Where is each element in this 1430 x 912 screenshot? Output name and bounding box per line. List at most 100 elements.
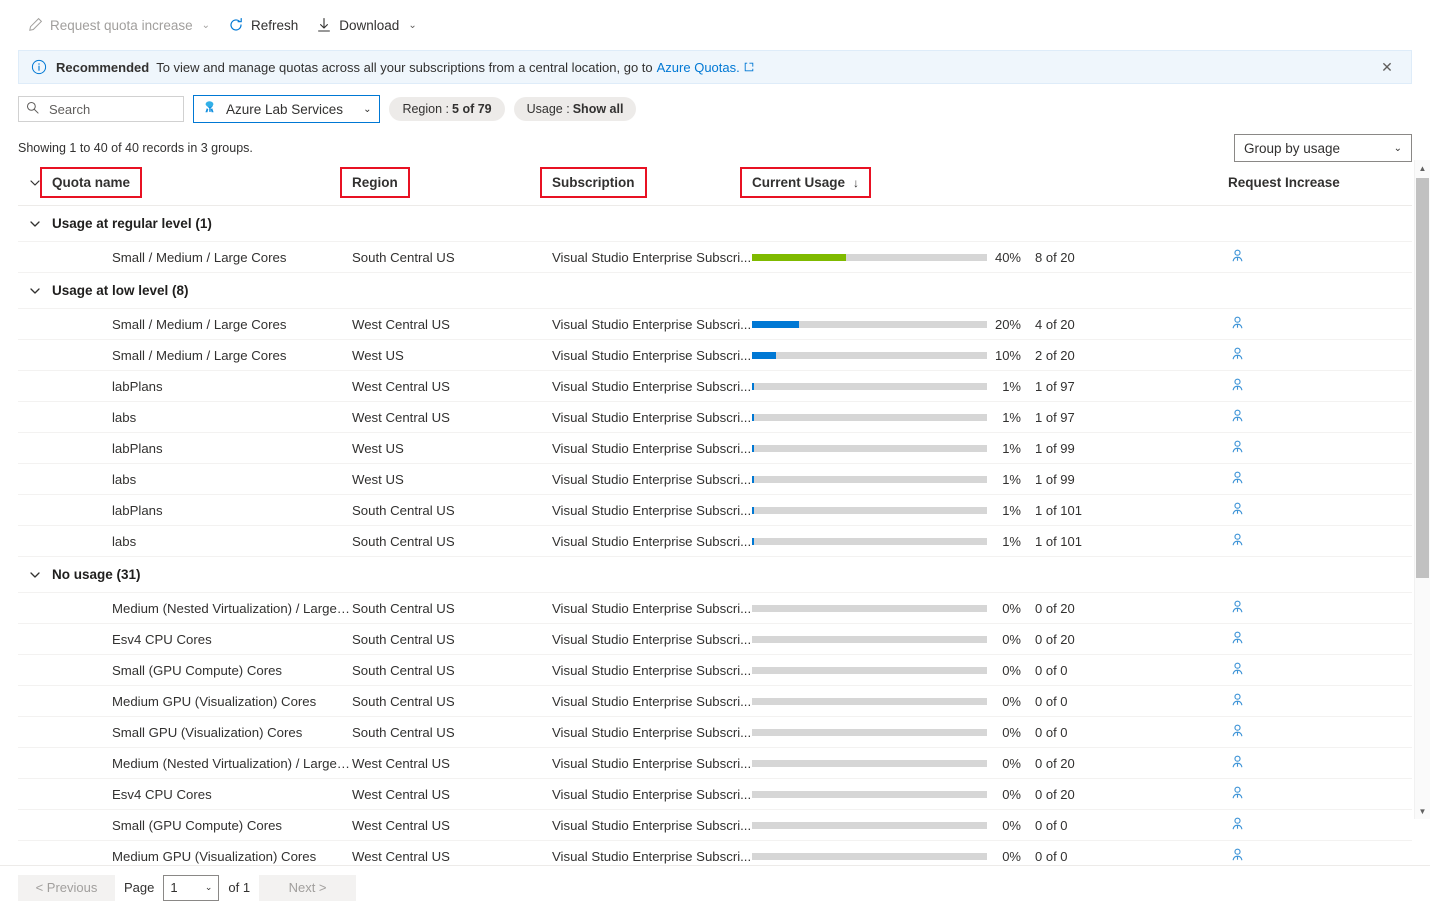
group-header-row[interactable]: Usage at regular level (1)	[18, 206, 1412, 242]
table-row[interactable]: Esv4 CPU Cores South Central US Visual Stu…	[18, 624, 1412, 655]
cell-region: South Central US	[352, 600, 455, 616]
column-header-region[interactable]: Region	[340, 167, 552, 198]
cell-current-usage: 0% 0 of 20	[752, 756, 1228, 771]
usage-percent-label: 1%	[1002, 533, 1021, 549]
cell-request-increase	[1228, 816, 1412, 834]
person-icon[interactable]	[1230, 532, 1245, 550]
person-icon[interactable]	[1230, 630, 1245, 648]
usage-quantity-label: 4 of 20	[1035, 316, 1075, 332]
table-row[interactable]: Medium GPU (Visualization) Cores South Ce…	[18, 686, 1412, 717]
person-icon[interactable]	[1230, 692, 1245, 710]
table-row[interactable]: Medium (Nested Virtualization) / Large (…	[18, 593, 1412, 624]
person-icon[interactable]	[1230, 754, 1245, 772]
column-header-subscription[interactable]: Subscription	[540, 167, 752, 198]
person-icon[interactable]	[1230, 439, 1245, 457]
next-page-button[interactable]: Next >	[259, 874, 357, 901]
person-icon[interactable]	[1230, 661, 1245, 679]
cell-request-increase	[1228, 346, 1412, 364]
cell-quota-name: Esv4 CPU Cores	[112, 631, 212, 647]
cell-quota-name: labPlans	[112, 378, 163, 394]
search-field[interactable]	[47, 100, 176, 118]
usage-progress-bar	[752, 635, 987, 643]
usage-progress-bar	[752, 666, 987, 674]
page-number-select[interactable]: 1 ⌄	[163, 874, 220, 901]
usage-percent-label: 0%	[1002, 662, 1021, 678]
person-icon[interactable]	[1230, 847, 1245, 865]
group-collapse-chevron-icon[interactable]	[18, 569, 52, 581]
usage-progress-bar	[752, 413, 987, 421]
cell-request-increase	[1228, 470, 1412, 488]
table-row[interactable]: Small GPU (Visualization) Cores South Cen…	[18, 717, 1412, 748]
table-row[interactable]: labs South Central US Visual Studio Enterp…	[18, 526, 1412, 557]
table-row[interactable]: labPlans West Central US Visual Studio Ent…	[18, 371, 1412, 402]
cell-quota-name: Esv4 CPU Cores	[112, 786, 212, 802]
scroll-down-arrow-icon[interactable]: ▼	[1415, 803, 1430, 819]
scroll-up-arrow-icon[interactable]: ▲	[1415, 160, 1430, 176]
group-header-row[interactable]: Usage at low level (8)	[18, 273, 1412, 309]
person-icon[interactable]	[1230, 408, 1245, 426]
table-row[interactable]: Small (GPU Compute) Cores South Central U…	[18, 655, 1412, 686]
table-row[interactable]: labPlans South Central US Visual Studio En…	[18, 495, 1412, 526]
column-header-quota-name[interactable]: Quota name	[39, 167, 352, 198]
download-label: Download	[339, 17, 400, 33]
table-row[interactable]: labPlans West US Visual Studio Enterprise …	[18, 433, 1412, 464]
page-number-value: 1	[170, 880, 178, 895]
refresh-button[interactable]: Refresh	[219, 12, 307, 38]
usage-progress-bar	[752, 697, 987, 705]
table-row[interactable]: Small / Medium / Large Cores West US Visua…	[18, 340, 1412, 371]
person-icon[interactable]	[1230, 816, 1245, 834]
group-collapse-chevron-icon[interactable]	[18, 285, 52, 297]
refresh-label: Refresh	[250, 17, 299, 33]
external-link-icon	[744, 60, 754, 75]
download-icon	[316, 17, 332, 33]
download-button[interactable]: Download ⌄	[307, 12, 425, 38]
previous-page-button[interactable]: < Previous	[18, 874, 115, 901]
cell-region: West US	[352, 347, 404, 363]
usage-progress-bar	[752, 537, 987, 545]
region-filter-pill[interactable]: Region : 5 of 79	[389, 97, 505, 121]
group-header-row[interactable]: No usage (31)	[18, 557, 1412, 593]
table-row[interactable]: labs West Central US Visual Studio Enterpr…	[18, 402, 1412, 433]
usage-filter-pill[interactable]: Usage : Show all	[513, 97, 637, 121]
table-row[interactable]: labs West US Visual Studio Enterprise Subs…	[18, 464, 1412, 495]
search-input[interactable]	[18, 96, 184, 122]
column-header-request-increase[interactable]: Request Increase	[1228, 175, 1412, 190]
cell-quota-name: Medium GPU (Visualization) Cores	[112, 848, 317, 864]
column-header-current-usage[interactable]: Current Usage ↓	[739, 167, 1228, 198]
person-icon[interactable]	[1230, 501, 1245, 519]
table-row[interactable]: Medium GPU (Visualization) Cores West Cen…	[18, 841, 1412, 865]
usage-progress-bar	[752, 759, 987, 767]
usage-quantity-label: 0 of 20	[1035, 755, 1075, 771]
provider-dropdown[interactable]: Azure Lab Services ⌄	[193, 95, 381, 123]
usage-percent-label: 1%	[1002, 409, 1021, 425]
scrollbar-thumb[interactable]	[1416, 178, 1429, 578]
cell-subscription: Visual Studio Enterprise Subscri...	[552, 533, 752, 549]
person-icon[interactable]	[1230, 248, 1245, 266]
person-icon[interactable]	[1230, 315, 1245, 333]
person-icon[interactable]	[1230, 470, 1245, 488]
cell-quota-name: Medium (Nested Virtualization) / Large (…	[112, 755, 352, 771]
cell-current-usage: 0% 0 of 20	[752, 632, 1228, 647]
group-collapse-chevron-icon[interactable]	[18, 218, 52, 230]
cell-subscription: Visual Studio Enterprise Subscri...	[552, 502, 752, 518]
azure-quotas-link[interactable]: Azure Quotas.	[657, 60, 740, 75]
table-row[interactable]: Small / Medium / Large Cores West Central…	[18, 309, 1412, 340]
group-by-dropdown[interactable]: Group by usage ⌄	[1234, 134, 1412, 162]
cell-region: West Central US	[352, 848, 450, 864]
table-scrollbar[interactable]: ▲ ▼	[1414, 160, 1430, 819]
person-icon[interactable]	[1230, 599, 1245, 617]
person-icon[interactable]	[1230, 723, 1245, 741]
table-row[interactable]: Medium (Nested Virtualization) / Large (…	[18, 748, 1412, 779]
person-icon[interactable]	[1230, 785, 1245, 803]
cell-region: West US	[352, 440, 404, 456]
chevron-down-icon: ⌄	[204, 882, 213, 892]
table-row[interactable]: Small (GPU Compute) Cores West Central US…	[18, 810, 1412, 841]
table-row[interactable]: Small / Medium / Large Cores South Centra…	[18, 242, 1412, 273]
person-icon[interactable]	[1230, 377, 1245, 395]
usage-progress-bar	[752, 475, 987, 483]
person-icon[interactable]	[1230, 346, 1245, 364]
table-row[interactable]: Esv4 CPU Cores West Central US Visual Stud…	[18, 779, 1412, 810]
cell-quota-name: Medium GPU (Visualization) Cores	[112, 693, 317, 709]
request-quota-increase-button[interactable]: Request quota increase ⌄	[18, 12, 219, 38]
close-icon[interactable]: ✕	[1373, 53, 1401, 81]
